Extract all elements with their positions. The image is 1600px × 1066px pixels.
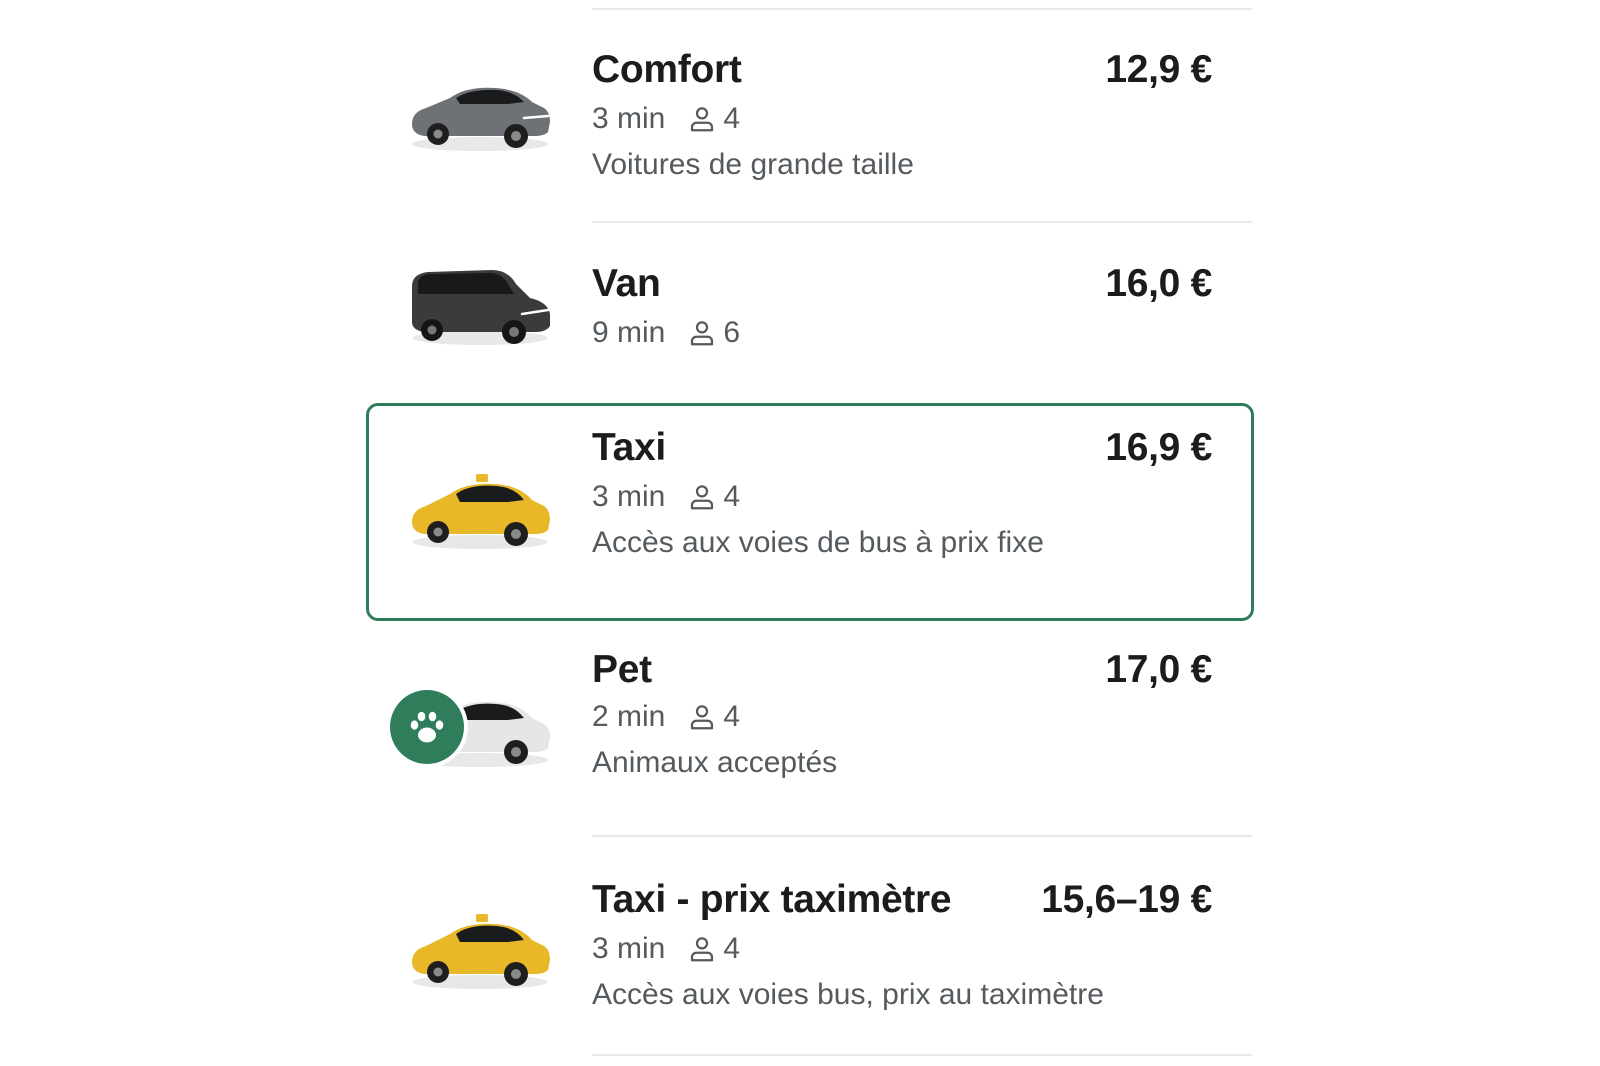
eta-label: 9 min — [592, 316, 666, 349]
ride-meta: 2 min 4 — [592, 700, 740, 734]
seat-count: 4 — [723, 480, 741, 513]
ride-name: Van — [592, 262, 661, 305]
seat-count: 6 — [723, 316, 741, 349]
ride-name: Taxi — [592, 426, 666, 469]
ride-description: Accès aux voies de bus à prix fixe — [592, 526, 1044, 559]
ride-meta: 3 min 4 — [592, 102, 740, 136]
eta-label: 2 min — [592, 700, 666, 733]
ride-price: 15,6–19 € — [1041, 878, 1212, 921]
ride-price: 16,0 € — [1105, 262, 1212, 305]
seat-count: 4 — [723, 932, 741, 965]
ride-description: Accès aux voies bus, prix au taximètre — [592, 978, 1104, 1011]
ride-option-van[interactable]: Van 16,0 € 9 min 6 — [366, 244, 1254, 374]
ride-option-pet[interactable]: Pet 17,0 € 2 min 4 Animaux acceptés — [366, 648, 1254, 818]
seat-count: 4 — [723, 700, 741, 733]
ride-option-taxi[interactable]: Taxi 16,9 € 3 min 4 Accès aux voies de b… — [366, 403, 1254, 621]
ride-description: Animaux acceptés — [592, 746, 838, 779]
divider — [592, 835, 1252, 837]
ride-price: 16,9 € — [1105, 426, 1212, 469]
ride-price: 17,0 € — [1105, 648, 1212, 691]
divider-top — [592, 8, 1252, 10]
person-icon — [687, 104, 717, 134]
ride-meta: 3 min 4 — [592, 932, 740, 966]
ride-option-taxi-meter[interactable]: Taxi - prix taximètre 15,6–19 € 3 min 4 … — [366, 860, 1254, 1040]
ride-description: Voitures de grande taille — [592, 148, 914, 181]
ride-meta: 3 min 4 — [592, 480, 740, 514]
paw-icon — [390, 690, 464, 764]
ride-meta: 9 min 6 — [592, 316, 740, 350]
person-icon — [687, 482, 717, 512]
person-icon — [687, 934, 717, 964]
ride-name: Pet — [592, 648, 652, 691]
ride-price: 12,9 € — [1105, 48, 1212, 91]
ride-option-comfort[interactable]: Comfort 12,9 € 3 min 4 Voitures de grand… — [366, 30, 1254, 210]
taxi-icon — [404, 910, 552, 994]
person-icon — [687, 318, 717, 348]
eta-label: 3 min — [592, 932, 666, 965]
divider-bottom — [592, 1054, 1252, 1056]
car-icon — [404, 72, 552, 156]
van-icon — [404, 264, 552, 348]
ride-name: Comfort — [592, 48, 742, 91]
seat-count: 4 — [723, 102, 741, 135]
divider — [592, 221, 1252, 223]
ride-name: Taxi - prix taximètre — [592, 878, 952, 921]
eta-label: 3 min — [592, 480, 666, 513]
eta-label: 3 min — [592, 102, 666, 135]
taxi-icon — [404, 470, 552, 554]
person-icon — [687, 702, 717, 732]
